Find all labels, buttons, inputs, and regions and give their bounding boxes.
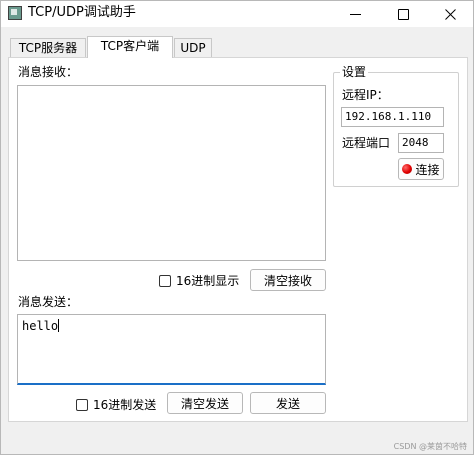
- watermark: CSDN @莱茵不哈特: [393, 442, 467, 451]
- remote-port-input[interactable]: 2048: [398, 133, 444, 153]
- window-title: TCP/UDP调试助手: [28, 5, 136, 20]
- remote-port-label: 远程端口: [342, 136, 391, 150]
- clear-receive-button[interactable]: 清空接收: [250, 269, 326, 291]
- settings-title: 设置: [340, 64, 369, 80]
- maximize-button[interactable]: [380, 1, 426, 27]
- receive-textarea[interactable]: [17, 85, 326, 261]
- hex-display-checkbox-box[interactable]: [159, 274, 171, 287]
- connect-button-label: 连接: [415, 162, 440, 177]
- hex-send-checkbox[interactable]: 16进制发送: [76, 396, 156, 413]
- tab-tcp-server[interactable]: TCP服务器: [10, 38, 86, 57]
- app-window: TCP/UDP调试助手 TCP服务器 TCP客户端 UDP 消息接收： 16进制…: [0, 0, 474, 455]
- minimize-button[interactable]: [332, 1, 378, 27]
- maximize-icon: [397, 8, 409, 20]
- clear-send-button[interactable]: 清空发送: [167, 392, 243, 414]
- send-button[interactable]: 发送: [250, 392, 326, 414]
- tab-udp[interactable]: UDP: [174, 38, 212, 57]
- connect-button[interactable]: 连接: [398, 158, 444, 180]
- app-icon: [8, 6, 22, 20]
- hex-display-label: 16进制显示: [176, 274, 240, 288]
- minimize-icon: [349, 13, 361, 15]
- send-content: hello: [22, 319, 59, 333]
- send-label: 消息发送：: [18, 295, 79, 309]
- hex-display-checkbox[interactable]: 16进制显示: [159, 272, 239, 289]
- remote-ip-label: 远程IP：: [342, 88, 389, 102]
- connection-status-icon: [402, 164, 413, 174]
- receive-label: 消息接收：: [18, 65, 79, 79]
- send-textarea[interactable]: hello: [17, 314, 326, 385]
- text-cursor: [58, 319, 60, 332]
- close-icon: [444, 8, 456, 20]
- tab-tcp-client[interactable]: TCP客户端: [87, 36, 173, 58]
- send-text-line: hello: [22, 318, 60, 334]
- close-button[interactable]: [427, 1, 473, 27]
- hex-send-label: 16进制发送: [93, 398, 157, 412]
- remote-ip-input[interactable]: 192.168.1.110: [341, 107, 444, 127]
- title-bar[interactable]: TCP/UDP调试助手: [1, 1, 473, 27]
- hex-send-checkbox-box[interactable]: [76, 398, 88, 411]
